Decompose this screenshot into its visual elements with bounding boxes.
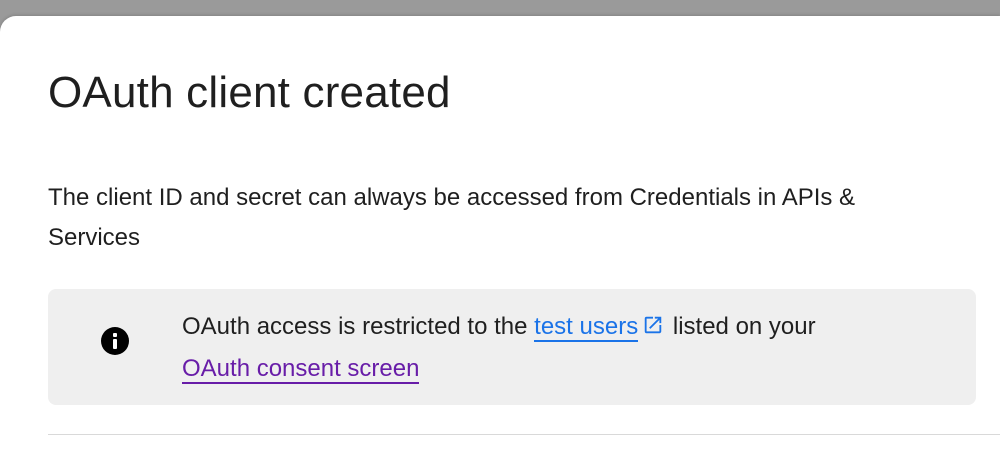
info-icon-bar [113,339,117,349]
info-icon-dot [113,333,117,337]
dialog-description: The client ID and secret can always be a… [48,184,856,251]
info-icon [101,327,129,355]
dialog-divider [48,434,1000,435]
info-callout-text: OAuth access is restricted to the test u… [182,307,942,389]
dialog-title: OAuth client created [48,68,451,117]
info-callout: OAuth access is restricted to the test u… [48,289,976,405]
info-text-middle: listed on your [666,313,816,340]
info-text-before: OAuth access is restricted to the [182,313,535,340]
oauth-consent-screen-link[interactable]: OAuth consent screen [182,355,420,384]
external-link-icon[interactable] [642,309,664,349]
oauth-client-created-dialog: OAuth client created The client ID and s… [0,16,1000,456]
test-users-link[interactable]: test users [534,313,639,342]
